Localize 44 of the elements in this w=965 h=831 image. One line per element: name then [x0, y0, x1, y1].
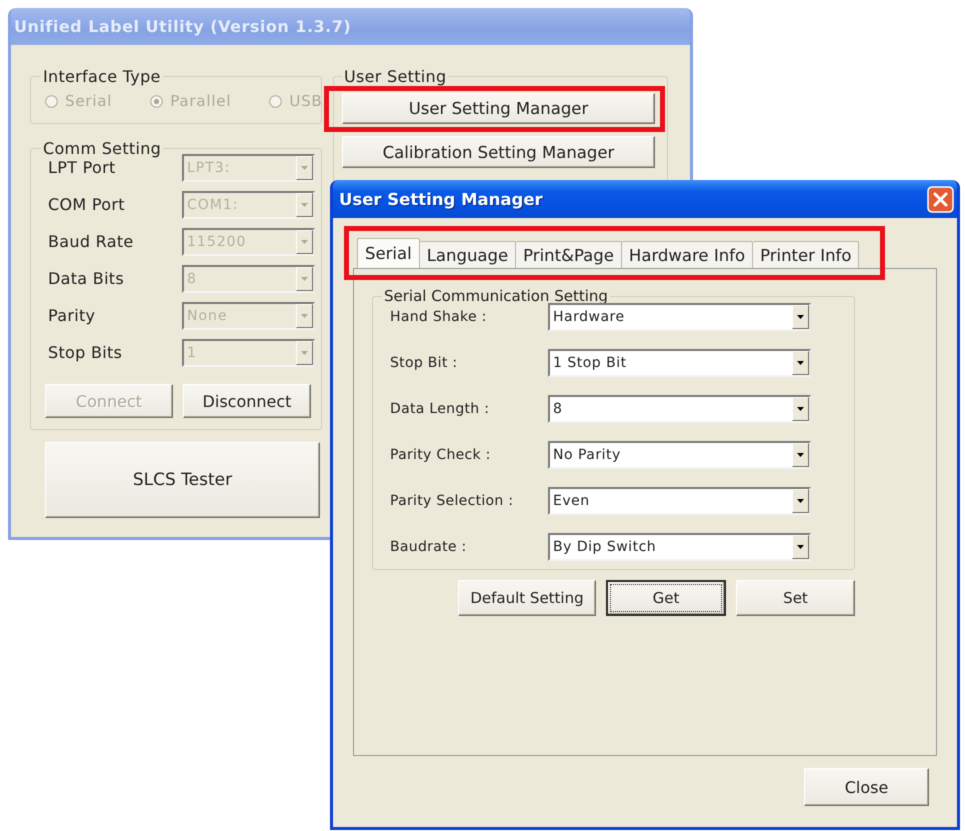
field-label: Stop Bits: [48, 343, 124, 362]
dropdown-field[interactable]: By Dip Switch: [548, 533, 811, 561]
set-button[interactable]: Set: [736, 580, 855, 616]
close-icon[interactable]: [927, 186, 954, 212]
calibration-button[interactable]: Calibration Setting Manager: [342, 136, 655, 168]
get-button[interactable]: Get: [606, 580, 726, 616]
field-label: Stop Bit :: [390, 355, 458, 371]
dropdown-field[interactable]: Hardware: [548, 303, 811, 331]
group-label: Serial Communication Setting: [383, 288, 609, 305]
user-setting-button[interactable]: User Setting Manager: [342, 93, 655, 124]
field-label: Data Bits: [48, 269, 126, 288]
field-label: LPT Port: [48, 158, 117, 177]
group-label: Interface Type: [42, 68, 162, 85]
tab[interactable]: Hardware Info: [622, 241, 754, 268]
dropdown-arrow-icon[interactable]: [792, 351, 809, 375]
dropdown-field[interactable]: 1 Stop Bit: [548, 349, 811, 377]
dropdown-arrow-icon[interactable]: [792, 489, 809, 513]
tab[interactable]: Printer Info: [753, 241, 860, 268]
tab[interactable]: Print&Page: [516, 241, 622, 268]
window-title: User Setting Manager: [339, 190, 543, 208]
window-title: Unified Label Utility (Version 1.3.7): [14, 17, 352, 36]
field-label: Parity: [48, 306, 96, 325]
dropdown-arrow-icon[interactable]: [792, 535, 809, 559]
group-label: User Setting: [343, 68, 448, 85]
dropdown-arrow-icon[interactable]: [792, 397, 809, 421]
group-label: Comm Setting: [42, 140, 162, 157]
close-button[interactable]: Close: [804, 768, 929, 806]
default-setting-button[interactable]: Default Setting: [458, 580, 596, 616]
field-label: Parity Selection :: [390, 493, 514, 509]
dropdown-arrow-icon[interactable]: [792, 443, 809, 467]
tab[interactable]: Serial: [357, 238, 420, 268]
field-label: Data Length :: [390, 401, 490, 417]
field-label: Parity Check :: [390, 447, 492, 463]
disconnect-button[interactable]: Disconnect: [183, 384, 311, 418]
tester-button[interactable]: SLCS Tester: [45, 442, 320, 518]
field-label: Baudrate :: [390, 539, 468, 555]
tab[interactable]: Language: [420, 241, 516, 268]
dropdown-field[interactable]: Even: [548, 487, 811, 515]
dropdown-field[interactable]: No Parity: [548, 441, 811, 469]
field-label: Hand Shake :: [390, 309, 488, 325]
dropdown-field[interactable]: 8: [548, 395, 811, 423]
dropdown-arrow-icon[interactable]: [792, 305, 809, 329]
field-label: COM Port: [48, 195, 126, 214]
field-label: Baud Rate: [48, 232, 135, 251]
